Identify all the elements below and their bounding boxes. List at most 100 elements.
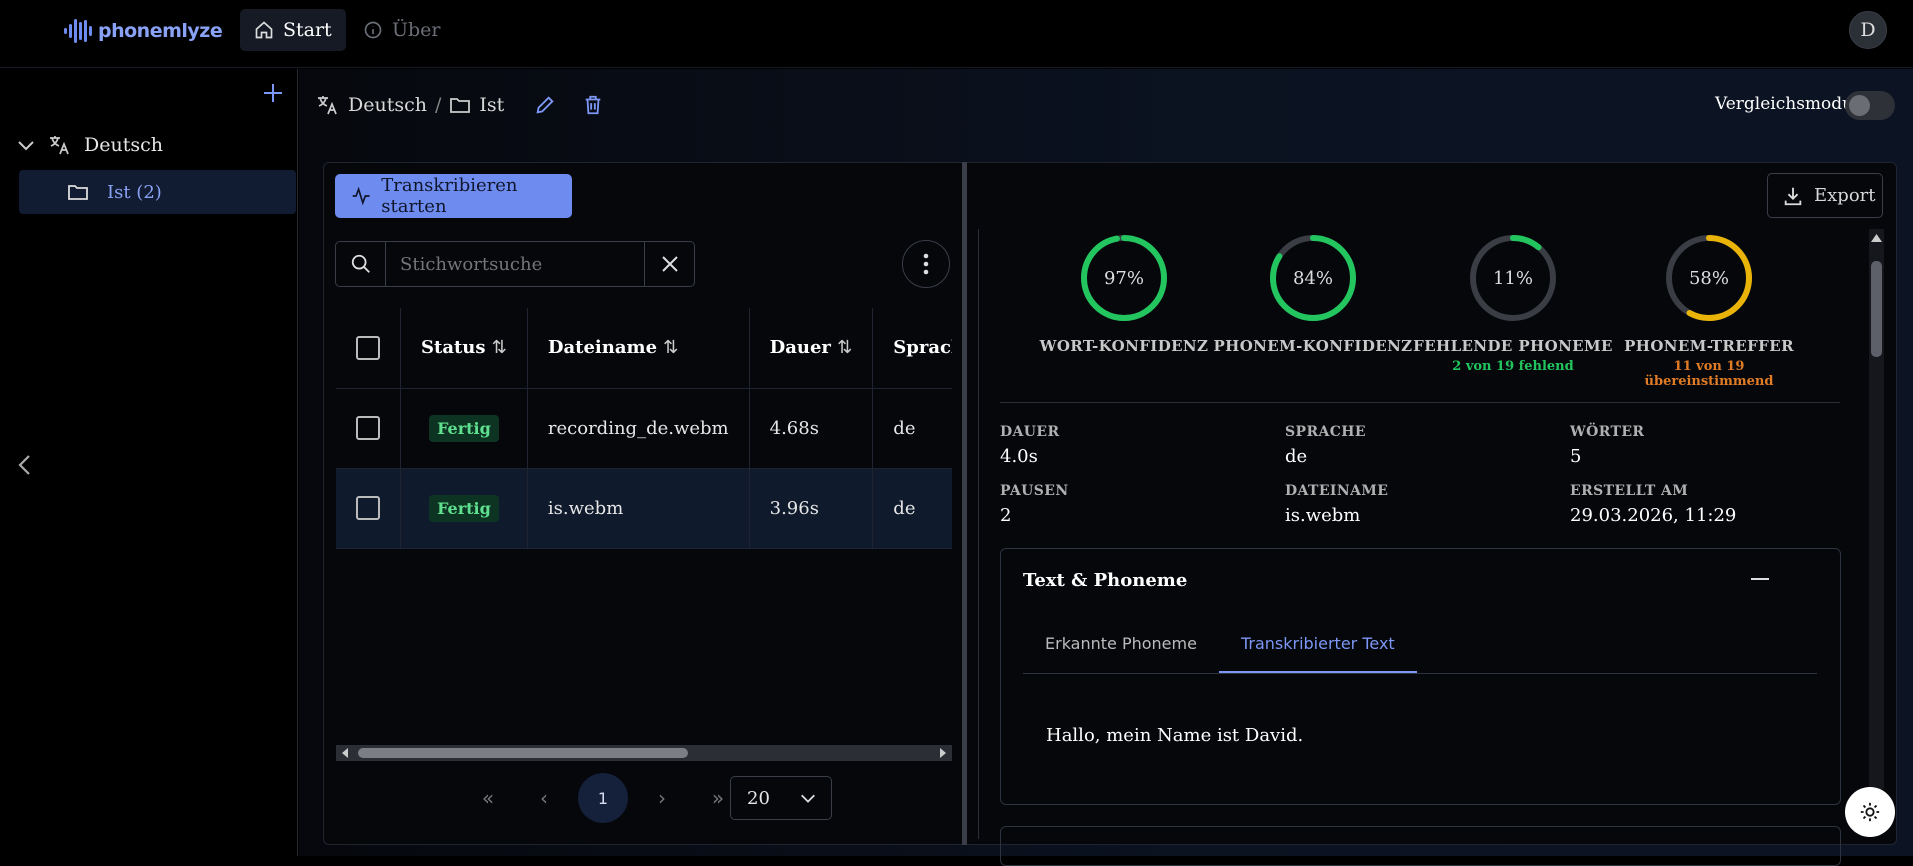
next-page-icon[interactable]: › <box>634 772 690 824</box>
edit-icon[interactable] <box>534 94 556 116</box>
add-language-icon[interactable] <box>262 82 284 104</box>
app-logo[interactable]: phonemlyze <box>64 16 223 46</box>
filename-cell: is.webm <box>527 468 750 549</box>
meta-label: PAUSEN <box>1000 483 1069 499</box>
prev-page-icon[interactable]: ‹ <box>516 772 572 824</box>
trash-icon[interactable] <box>582 94 604 116</box>
svg-text:11%: 11% <box>1493 268 1533 289</box>
table-row[interactable]: Fertig recording_de.webm 4.68s de <box>336 388 952 469</box>
scrollbar-thumb[interactable] <box>358 748 688 758</box>
nav-start-label: Start <box>283 19 332 41</box>
row-checkbox[interactable] <box>356 496 380 520</box>
next-card <box>1000 826 1841 866</box>
status-cell: Fertig <box>400 468 528 549</box>
export-button[interactable]: Export <box>1767 173 1883 218</box>
gauge-sublabel: 2 von 19 fehlend <box>1452 359 1574 374</box>
header-filename[interactable]: Dateiname ⇅ <box>527 308 750 389</box>
sidebar-language-node[interactable]: Deutsch <box>16 130 163 160</box>
header-language[interactable]: Sprache ⇅ <box>872 308 952 389</box>
meta-duration: DAUER 4.0s <box>1000 424 1060 467</box>
select-all-checkbox[interactable] <box>356 335 380 360</box>
meta-created: ERSTELLT AM 29.03.2026, 11:29 <box>1570 483 1736 526</box>
gauge-ring: 84% <box>1270 235 1356 321</box>
breadcrumb-separator: / <box>434 94 442 116</box>
current-page[interactable]: 1 <box>578 773 628 823</box>
sort-icon: ⇅ <box>663 337 679 359</box>
first-page-icon[interactable]: « <box>460 772 516 824</box>
gauge-ring: 58% <box>1666 235 1752 321</box>
header-filename-label: Dateiname <box>547 337 658 359</box>
status-badge: Fertig <box>429 494 499 522</box>
header-status[interactable]: Status ⇅ <box>400 308 528 389</box>
search-input[interactable] <box>386 242 644 286</box>
meta-filename: DATEINAME is.webm <box>1285 483 1388 526</box>
svg-text:84%: 84% <box>1293 268 1333 289</box>
select-all-cell <box>336 308 401 389</box>
gauge-ring: 97% <box>1081 235 1167 321</box>
compare-mode-toggle[interactable] <box>1845 91 1895 120</box>
scroll-left-icon[interactable] <box>340 748 350 758</box>
table-horizontal-scrollbar[interactable] <box>336 745 952 761</box>
meta-label: ERSTELLT AM <box>1570 483 1689 499</box>
scroll-up-icon[interactable] <box>1871 233 1882 243</box>
top-bar: phonemlyze Start Über D <box>0 0 1913 68</box>
chevron-down-icon <box>801 794 815 803</box>
waveform-icon <box>64 19 92 43</box>
meta-language: SPRACHE de <box>1285 424 1366 467</box>
scrollbar-thumb[interactable] <box>1871 261 1882 357</box>
sidebar-folder-item[interactable]: Ist (2) <box>19 170 296 214</box>
theme-toggle-button[interactable] <box>1845 787 1895 837</box>
svg-text:58%: 58% <box>1689 268 1729 289</box>
nav-about-label: Über <box>392 19 441 41</box>
header-language-label: Sprache <box>893 337 952 359</box>
gauge-word-confidence: 97% WORT-KONFIDENZ <box>1024 233 1224 355</box>
duration-cell: 4.68s <box>749 388 874 469</box>
meta-value: 29.03.2026, 11:29 <box>1570 505 1737 526</box>
filename-cell: recording_de.webm <box>527 388 750 469</box>
language-cell: de <box>872 388 952 469</box>
breadcrumb-folder[interactable]: Ist <box>479 94 504 116</box>
translate-icon <box>50 136 69 155</box>
page-size-select[interactable]: 20 <box>730 776 832 820</box>
tab-transcribed-text[interactable]: Transkribierter Text <box>1218 618 1417 673</box>
breadcrumb-language[interactable]: Deutsch <box>348 94 427 116</box>
gauge-label: WORT-KONFIDENZ <box>1039 337 1209 355</box>
activity-icon <box>352 186 370 206</box>
gauge-ring: 11% <box>1470 235 1556 321</box>
nav-about-button[interactable]: Über <box>349 9 455 51</box>
clear-search-icon[interactable] <box>644 242 694 286</box>
minimize-icon[interactable] <box>1748 567 1772 591</box>
header-status-label: Status <box>421 337 486 359</box>
collapse-sidebar-icon[interactable] <box>14 452 36 478</box>
meta-value: 5 <box>1570 446 1582 467</box>
duration-cell: 3.96s <box>749 468 874 549</box>
header-duration[interactable]: Dauer ⇅ <box>749 308 874 389</box>
compare-mode-label: Vergleichsmodus <box>1715 94 1862 114</box>
sort-icon: ⇅ <box>837 337 853 359</box>
transcribe-button[interactable]: Transkribieren starten <box>335 174 572 218</box>
scroll-right-icon[interactable] <box>938 748 948 758</box>
sun-icon <box>1860 802 1880 822</box>
table-header-row: Status ⇅ Dateiname ⇅ Dauer ⇅ Sprache ⇅ <box>336 308 952 389</box>
gauge-missing-phonemes: 11% FEHLENDE PHONEME 2 von 19 fehlend <box>1413 233 1613 374</box>
table-row[interactable]: Fertig is.webm 3.96s de <box>336 468 952 549</box>
card-tabs: Erkannte Phoneme Transkribierter Text <box>1023 618 1817 674</box>
user-avatar[interactable]: D <box>1849 11 1887 49</box>
sidebar-language-label: Deutsch <box>84 134 163 156</box>
nav-start-button[interactable]: Start <box>240 9 346 51</box>
gauge-label: PHONEM-KONFIDENZ <box>1213 337 1413 355</box>
folder-icon <box>450 98 471 113</box>
meta-label: DATEINAME <box>1285 483 1389 499</box>
gauge-label: PHONEM-TREFFER <box>1624 337 1794 355</box>
row-checkbox[interactable] <box>356 416 380 440</box>
more-options-icon[interactable] <box>902 240 950 288</box>
page-size-value: 20 <box>747 787 770 809</box>
download-icon <box>1784 187 1802 205</box>
transcribed-text: Hallo, mein Name ist David. <box>1046 725 1304 746</box>
info-icon <box>364 21 382 39</box>
translate-icon <box>318 96 337 115</box>
breadcrumb: Deutsch / Ist <box>316 90 604 120</box>
meta-pauses: PAUSEN 2 <box>1000 483 1069 526</box>
tab-recognized-phonemes[interactable]: Erkannte Phoneme <box>1023 618 1219 673</box>
details-vertical-scrollbar[interactable] <box>1869 229 1884 789</box>
